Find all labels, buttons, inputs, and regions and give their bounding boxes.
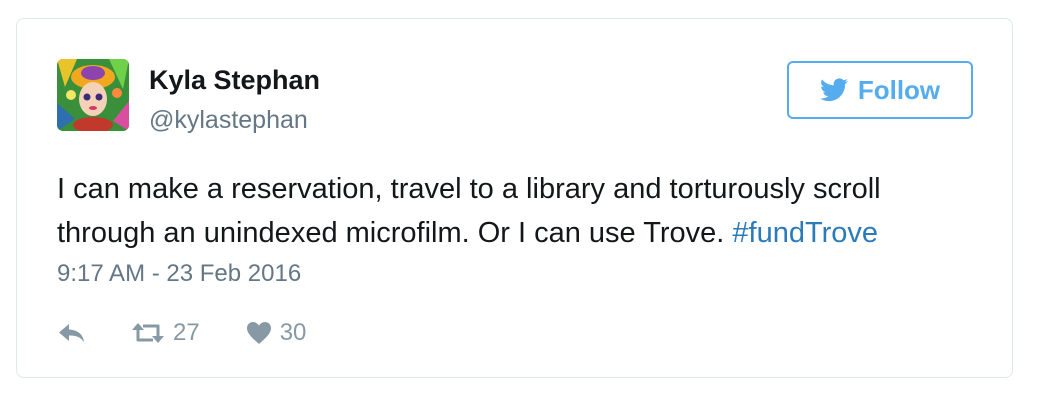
author-handle[interactable]: @kylastephan — [149, 105, 308, 135]
like-count: 30 — [279, 319, 307, 346]
hashtag-link[interactable]: #fundTrove — [732, 217, 878, 249]
reply-button[interactable] — [57, 321, 87, 345]
reply-icon — [59, 324, 84, 342]
retweet-icon — [132, 323, 164, 343]
tweet-text: I can make a reservation, travel to a li… — [57, 167, 977, 255]
author-name[interactable]: Kyla Stephan — [149, 64, 320, 96]
follow-label: Follow — [857, 74, 941, 105]
timestamp[interactable]: 9:17 AM - 23 Feb 2016 — [57, 259, 301, 289]
retweet-button[interactable]: 27 — [131, 319, 200, 347]
avatar-image — [57, 59, 129, 131]
avatar[interactable] — [57, 59, 129, 131]
tweet-actions: 27 30 — [57, 315, 306, 351]
twitter-bird-icon — [819, 78, 848, 102]
tweet-card: Kyla Stephan @kylastephan Follow I can m… — [16, 18, 1013, 378]
retweet-count: 27 — [173, 319, 200, 346]
follow-button[interactable]: Follow — [787, 61, 973, 119]
like-button[interactable]: 30 — [246, 319, 307, 347]
heart-icon — [246, 322, 271, 344]
